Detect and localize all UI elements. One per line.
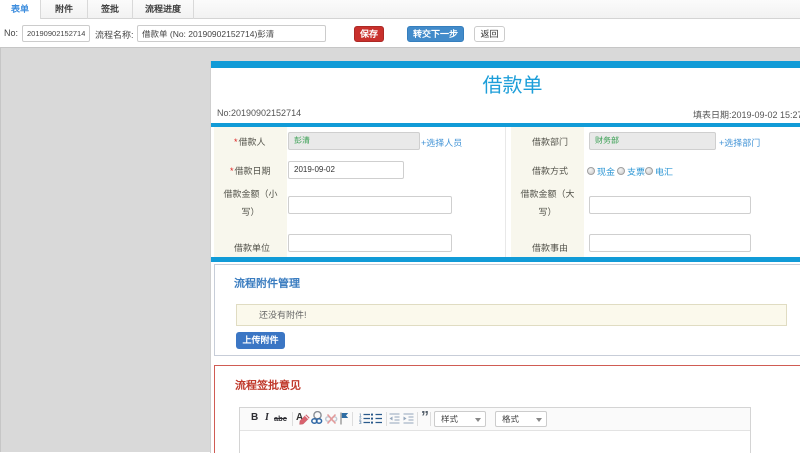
- svg-text:3: 3: [359, 420, 362, 424]
